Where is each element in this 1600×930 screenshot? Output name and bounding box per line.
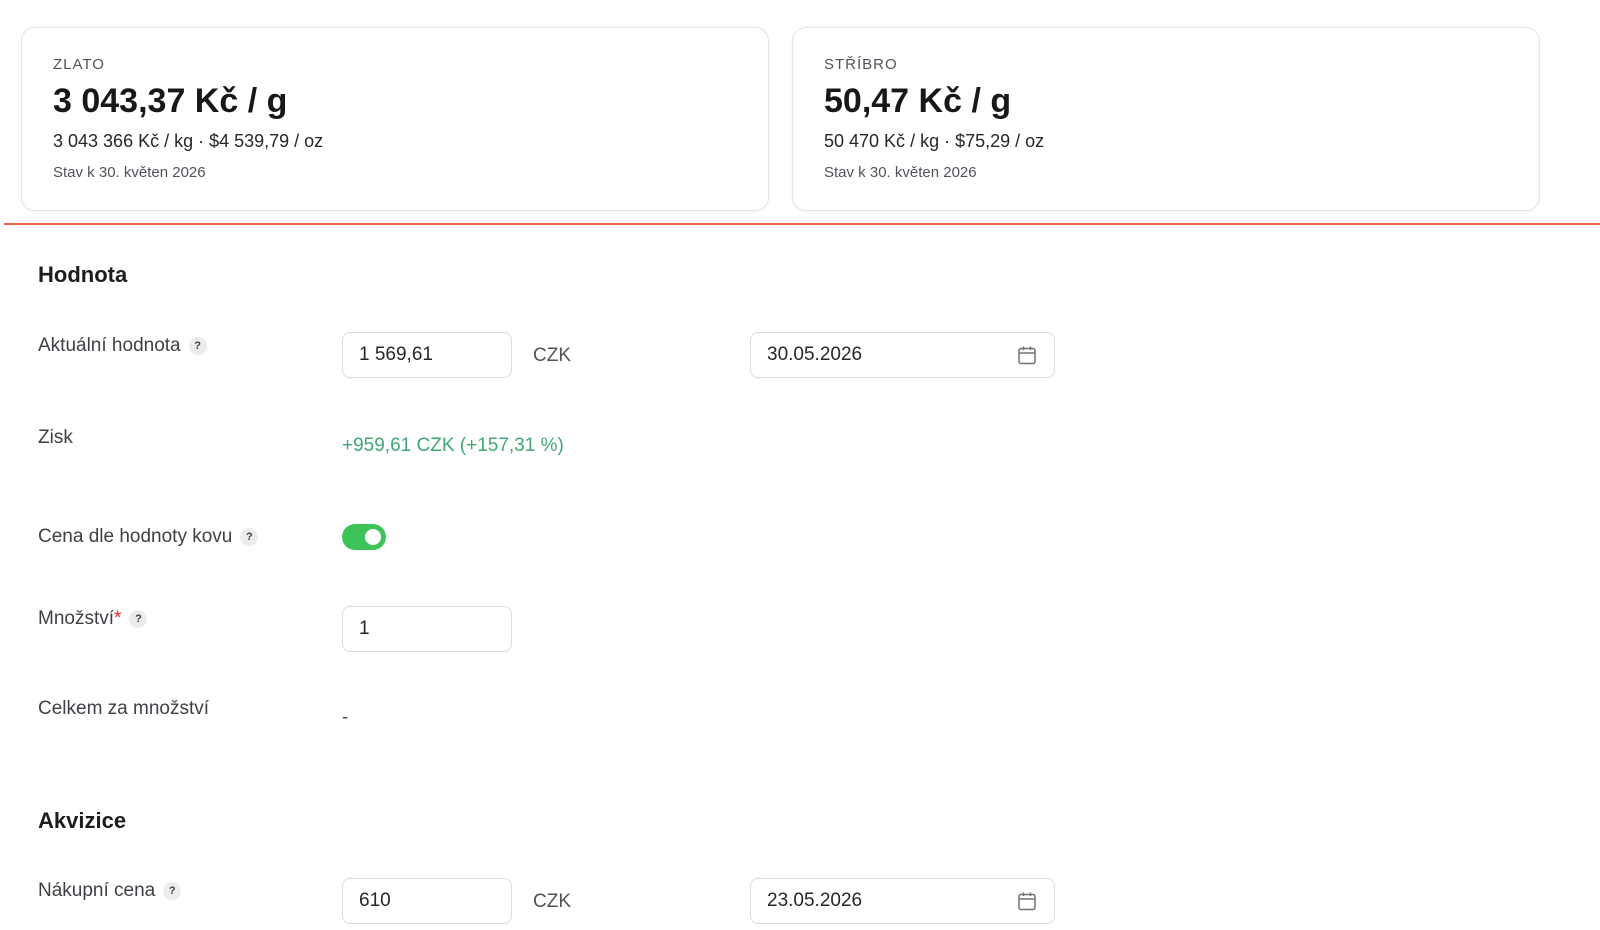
gold-price-date: Stav k 30. květen 2026 <box>53 164 206 181</box>
current-value-input[interactable] <box>342 332 512 378</box>
current-value-label: Aktuální hodnota <box>38 335 181 356</box>
toggle-knob <box>365 529 381 545</box>
purchase-price-input[interactable] <box>342 878 512 924</box>
profit-label: Zisk <box>38 427 73 448</box>
purchase-date-field[interactable]: 23.05.2026 <box>750 878 1055 924</box>
current-value-label-row: Aktuální hodnota ? <box>38 335 207 357</box>
quantity-label: Množství <box>38 608 115 629</box>
quantity-label-row: Množství * ? <box>38 608 148 630</box>
metal-price-label: Cena dle hodnoty kovu <box>38 526 233 547</box>
calendar-icon[interactable] <box>1016 890 1038 912</box>
gold-price-per-gram: 3 043,37 Kč / g <box>53 82 288 120</box>
silver-price-per-gram: 50,47 Kč / g <box>824 82 1012 120</box>
quantity-help-icon[interactable]: ? <box>129 610 148 628</box>
value-section-title: Hodnota <box>38 262 128 287</box>
silver-price-date: Stav k 30. květen 2026 <box>824 164 977 181</box>
silver-card-label: STŘÍBRO <box>824 56 898 73</box>
silver-price-card: STŘÍBRO 50,47 Kč / g 50 470 Kč / kg · $7… <box>792 27 1540 211</box>
gold-card-label: ZLATO <box>53 56 105 73</box>
current-value-currency: CZK <box>533 345 571 366</box>
purchase-price-help-icon[interactable]: ? <box>163 882 182 900</box>
total-label-row: Celkem za množství <box>38 698 209 720</box>
purchase-price-label: Nákupní cena <box>38 880 156 901</box>
purchase-price-label-row: Nákupní cena ? <box>38 880 182 902</box>
total-label: Celkem za množství <box>38 698 210 719</box>
section-divider <box>4 223 1600 225</box>
quantity-input[interactable] <box>342 606 512 652</box>
required-marker: * <box>114 608 122 629</box>
metal-price-help-icon[interactable]: ? <box>240 528 259 546</box>
silver-price-details: 50 470 Kč / kg · $75,29 / oz <box>824 131 1045 151</box>
profit-label-row: Zisk <box>38 427 73 449</box>
total-value: - <box>342 707 349 728</box>
calendar-icon[interactable] <box>1016 344 1038 366</box>
current-value-help-icon[interactable]: ? <box>188 337 207 355</box>
profit-value: +959,61 CZK (+157,31 %) <box>342 435 564 456</box>
current-value-date-field[interactable]: 30.05.2026 <box>750 332 1055 378</box>
gold-price-details: 3 043 366 Kč / kg · $4 539,79 / oz <box>53 131 324 151</box>
current-value-date: 30.05.2026 <box>767 344 863 365</box>
acquisition-section-title: Akvizice <box>38 808 127 833</box>
purchase-date: 23.05.2026 <box>767 890 863 911</box>
metal-price-label-row: Cena dle hodnoty kovu ? <box>38 526 259 548</box>
metal-price-toggle[interactable] <box>342 524 386 550</box>
purchase-price-currency: CZK <box>533 891 571 912</box>
gold-price-card: ZLATO 3 043,37 Kč / g 3 043 366 Kč / kg … <box>21 27 769 211</box>
asset-detail-page: ZLATO 3 043,37 Kč / g 3 043 366 Kč / kg … <box>0 0 1600 930</box>
